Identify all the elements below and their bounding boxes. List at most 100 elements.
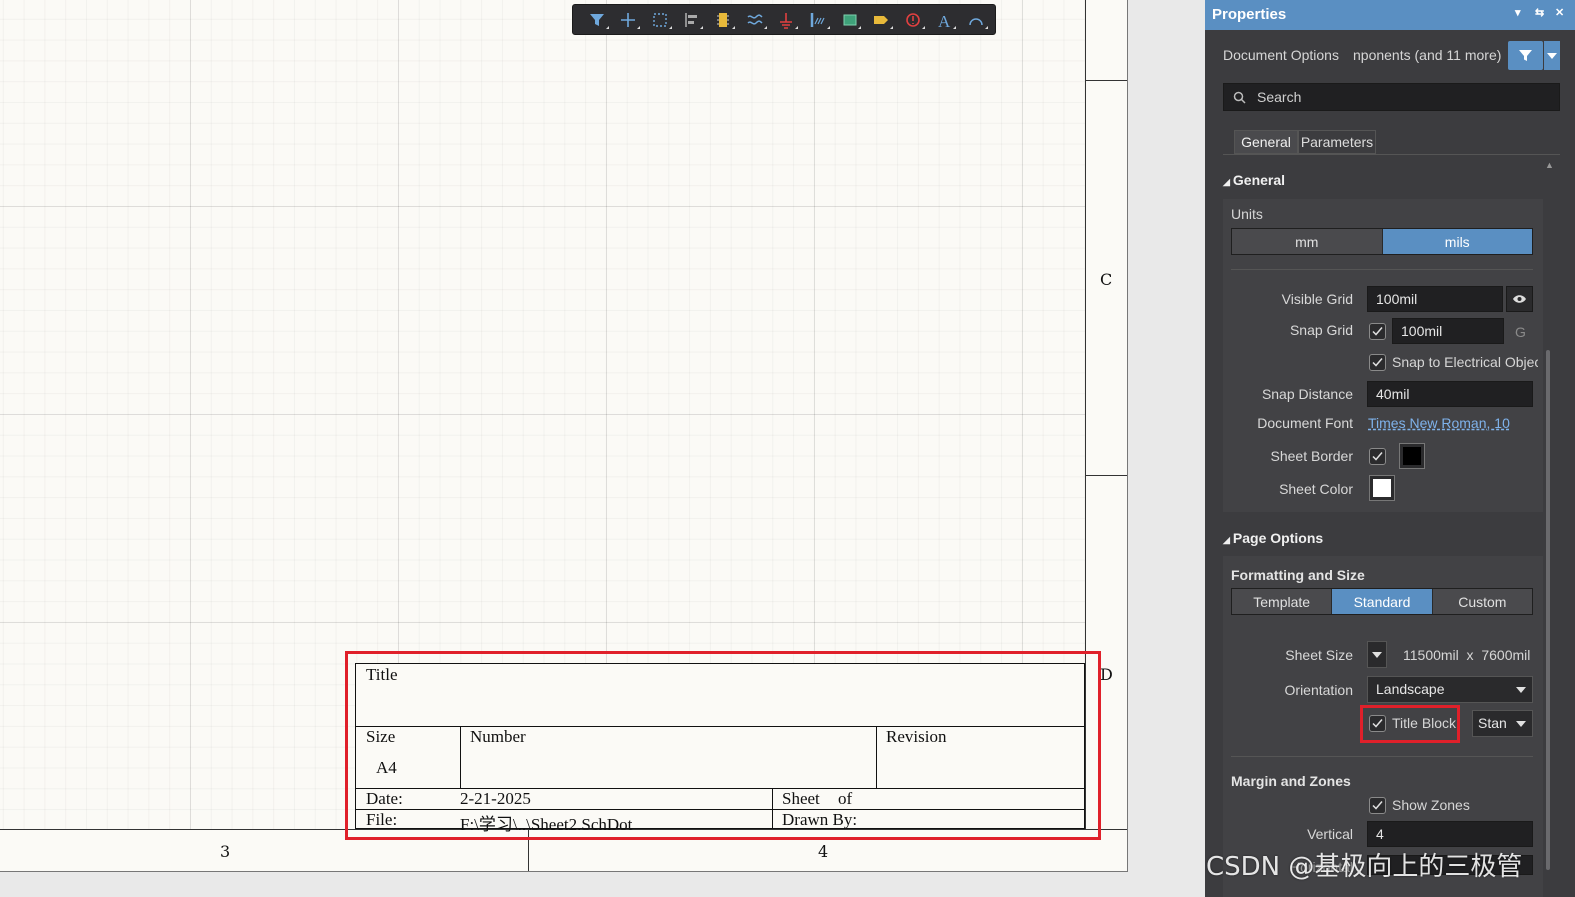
align-button[interactable] xyxy=(676,7,708,32)
template-mode-button[interactable]: Template xyxy=(1232,589,1333,614)
section-divider xyxy=(1231,269,1533,270)
document-font-link[interactable]: Times New Roman, 10 xyxy=(1368,415,1510,431)
section-divider xyxy=(1231,756,1533,757)
document-options-label: Document Options xyxy=(1223,47,1339,63)
panel-header: Properties ▾ ⇆ ✕ xyxy=(1205,0,1575,30)
sheet-size-value: 11500mil x 7600mil xyxy=(1403,647,1531,663)
zone-label-d: D xyxy=(1100,665,1113,684)
chevron-down-icon xyxy=(1516,687,1526,693)
collapse-icon: ◢ xyxy=(1223,535,1230,545)
search-placeholder: Search xyxy=(1257,89,1302,105)
place-bus-button[interactable] xyxy=(802,7,834,32)
general-section-header[interactable]: ◢ General xyxy=(1223,172,1285,188)
chevron-down-icon xyxy=(1547,53,1557,59)
sheet-color-swatch[interactable] xyxy=(1369,475,1395,501)
place-text-button[interactable]: A xyxy=(929,7,961,32)
show-zones-checkbox[interactable] xyxy=(1369,797,1386,814)
snap-grid-label: Snap Grid xyxy=(1289,322,1353,338)
page-options-section-header[interactable]: ◢ Page Options xyxy=(1223,530,1323,546)
search-icon xyxy=(1233,91,1246,104)
zone-divider xyxy=(1085,80,1127,81)
wire-icon xyxy=(747,13,763,25)
title-block-style-value: Stan xyxy=(1478,715,1507,731)
align-icon xyxy=(684,12,697,27)
schematic-canvas[interactable]: C D 3 4 A Title Size A4 Number Revision … xyxy=(0,0,1205,897)
title-block-style-select[interactable]: Stan xyxy=(1472,710,1533,737)
tab-divider xyxy=(1223,154,1560,155)
selection-filter-button[interactable] xyxy=(1508,41,1543,70)
filter-tool-button[interactable] xyxy=(581,7,613,32)
select-rect-button[interactable] xyxy=(644,7,676,32)
vertical-zones-label: Vertical xyxy=(1307,826,1353,842)
watermark: CSDN @基极向上的三极管 xyxy=(1206,852,1523,882)
net-label-button[interactable] xyxy=(865,7,897,32)
place-component-button[interactable] xyxy=(707,7,739,32)
net-label-icon xyxy=(874,15,889,24)
zone-divider xyxy=(1085,475,1127,476)
sheet-size-label: Sheet Size xyxy=(1285,647,1353,663)
show-zones-label: Show Zones xyxy=(1392,797,1470,813)
orientation-select[interactable]: Landscape xyxy=(1367,676,1533,703)
units-mils-button[interactable]: mils xyxy=(1382,229,1532,254)
selection-filter-dropdown[interactable] xyxy=(1544,41,1560,70)
cross-probe-button[interactable] xyxy=(613,7,645,32)
custom-mode-button[interactable]: Custom xyxy=(1432,589,1532,614)
snap-grid-checkbox[interactable] xyxy=(1369,323,1386,340)
sheet-size-dropdown[interactable] xyxy=(1367,641,1387,668)
snap-distance-input[interactable]: 40mil xyxy=(1367,381,1533,407)
orientation-value: Landscape xyxy=(1376,681,1445,697)
sheet-color-label: Sheet Color xyxy=(1279,481,1353,497)
units-label: Units xyxy=(1231,206,1263,222)
snap-electrical-label: Snap to Electrical Objec xyxy=(1392,354,1538,370)
snap-distance-label: Snap Distance xyxy=(1261,386,1353,402)
tab-general[interactable]: General xyxy=(1234,130,1298,154)
page-options-heading: Page Options xyxy=(1232,530,1324,546)
place-arc-button[interactable] xyxy=(960,7,992,32)
panel-scrollbar[interactable] xyxy=(1546,350,1550,870)
formatting-size-label: Formatting and Size xyxy=(1231,567,1365,583)
power-port-button[interactable] xyxy=(771,7,803,32)
text-icon: A xyxy=(938,12,951,29)
zone-label-3: 3 xyxy=(220,842,231,861)
standard-mode-button[interactable]: Standard xyxy=(1332,589,1433,614)
margin-zones-label: Margin and Zones xyxy=(1231,773,1351,789)
component-icon xyxy=(717,12,730,27)
sheet-border-label: Sheet Border xyxy=(1270,448,1354,464)
snap-grid-input[interactable]: 100mil xyxy=(1392,318,1504,344)
sheet-symbol-icon xyxy=(843,14,857,25)
panel-pin-icon[interactable]: ⇆ xyxy=(1535,6,1544,19)
visible-grid-label: Visible Grid xyxy=(1281,291,1353,307)
snap-electrical-checkbox[interactable] xyxy=(1369,354,1386,371)
scroll-up-icon[interactable]: ▲ xyxy=(1545,160,1554,170)
filter-icon xyxy=(1519,50,1532,61)
tab-parameters[interactable]: Parameters xyxy=(1298,130,1376,154)
cross-probe-icon xyxy=(621,12,636,27)
sheet-edge xyxy=(0,871,1128,872)
svg-text:A: A xyxy=(938,12,951,29)
search-input[interactable]: Search xyxy=(1223,83,1560,111)
orientation-label: Orientation xyxy=(1284,682,1353,698)
selection-summary[interactable]: nponents (and 11 more) xyxy=(1353,47,1501,63)
checkmark-icon xyxy=(1372,452,1383,461)
title-block-highlight xyxy=(345,651,1101,840)
vertical-zones-input[interactable]: 4 xyxy=(1367,821,1533,847)
filter-icon xyxy=(589,13,604,26)
units-toggle: mm mils xyxy=(1231,228,1533,255)
document-font-label: Document Font xyxy=(1257,415,1353,431)
checkmark-icon xyxy=(1372,801,1383,810)
units-mm-button[interactable]: mm xyxy=(1232,229,1383,254)
general-heading: General xyxy=(1232,172,1286,188)
sheet-border-color-swatch[interactable] xyxy=(1399,443,1425,469)
place-wire-button[interactable] xyxy=(739,7,771,32)
sheet-edge xyxy=(1127,0,1128,871)
directive-button[interactable] xyxy=(897,7,929,32)
chevron-down-icon xyxy=(1372,652,1382,658)
grid-visibility-button[interactable] xyxy=(1506,286,1533,312)
panel-close-icon[interactable]: ✕ xyxy=(1555,6,1564,19)
title-block-checkbox-highlight xyxy=(1360,705,1460,743)
zone-label-c: C xyxy=(1100,270,1113,289)
sheet-symbol-button[interactable] xyxy=(834,7,866,32)
panel-menu-icon[interactable]: ▾ xyxy=(1515,6,1521,19)
sheet-border-checkbox[interactable] xyxy=(1369,448,1386,465)
visible-grid-input[interactable]: 100mil xyxy=(1367,286,1503,312)
